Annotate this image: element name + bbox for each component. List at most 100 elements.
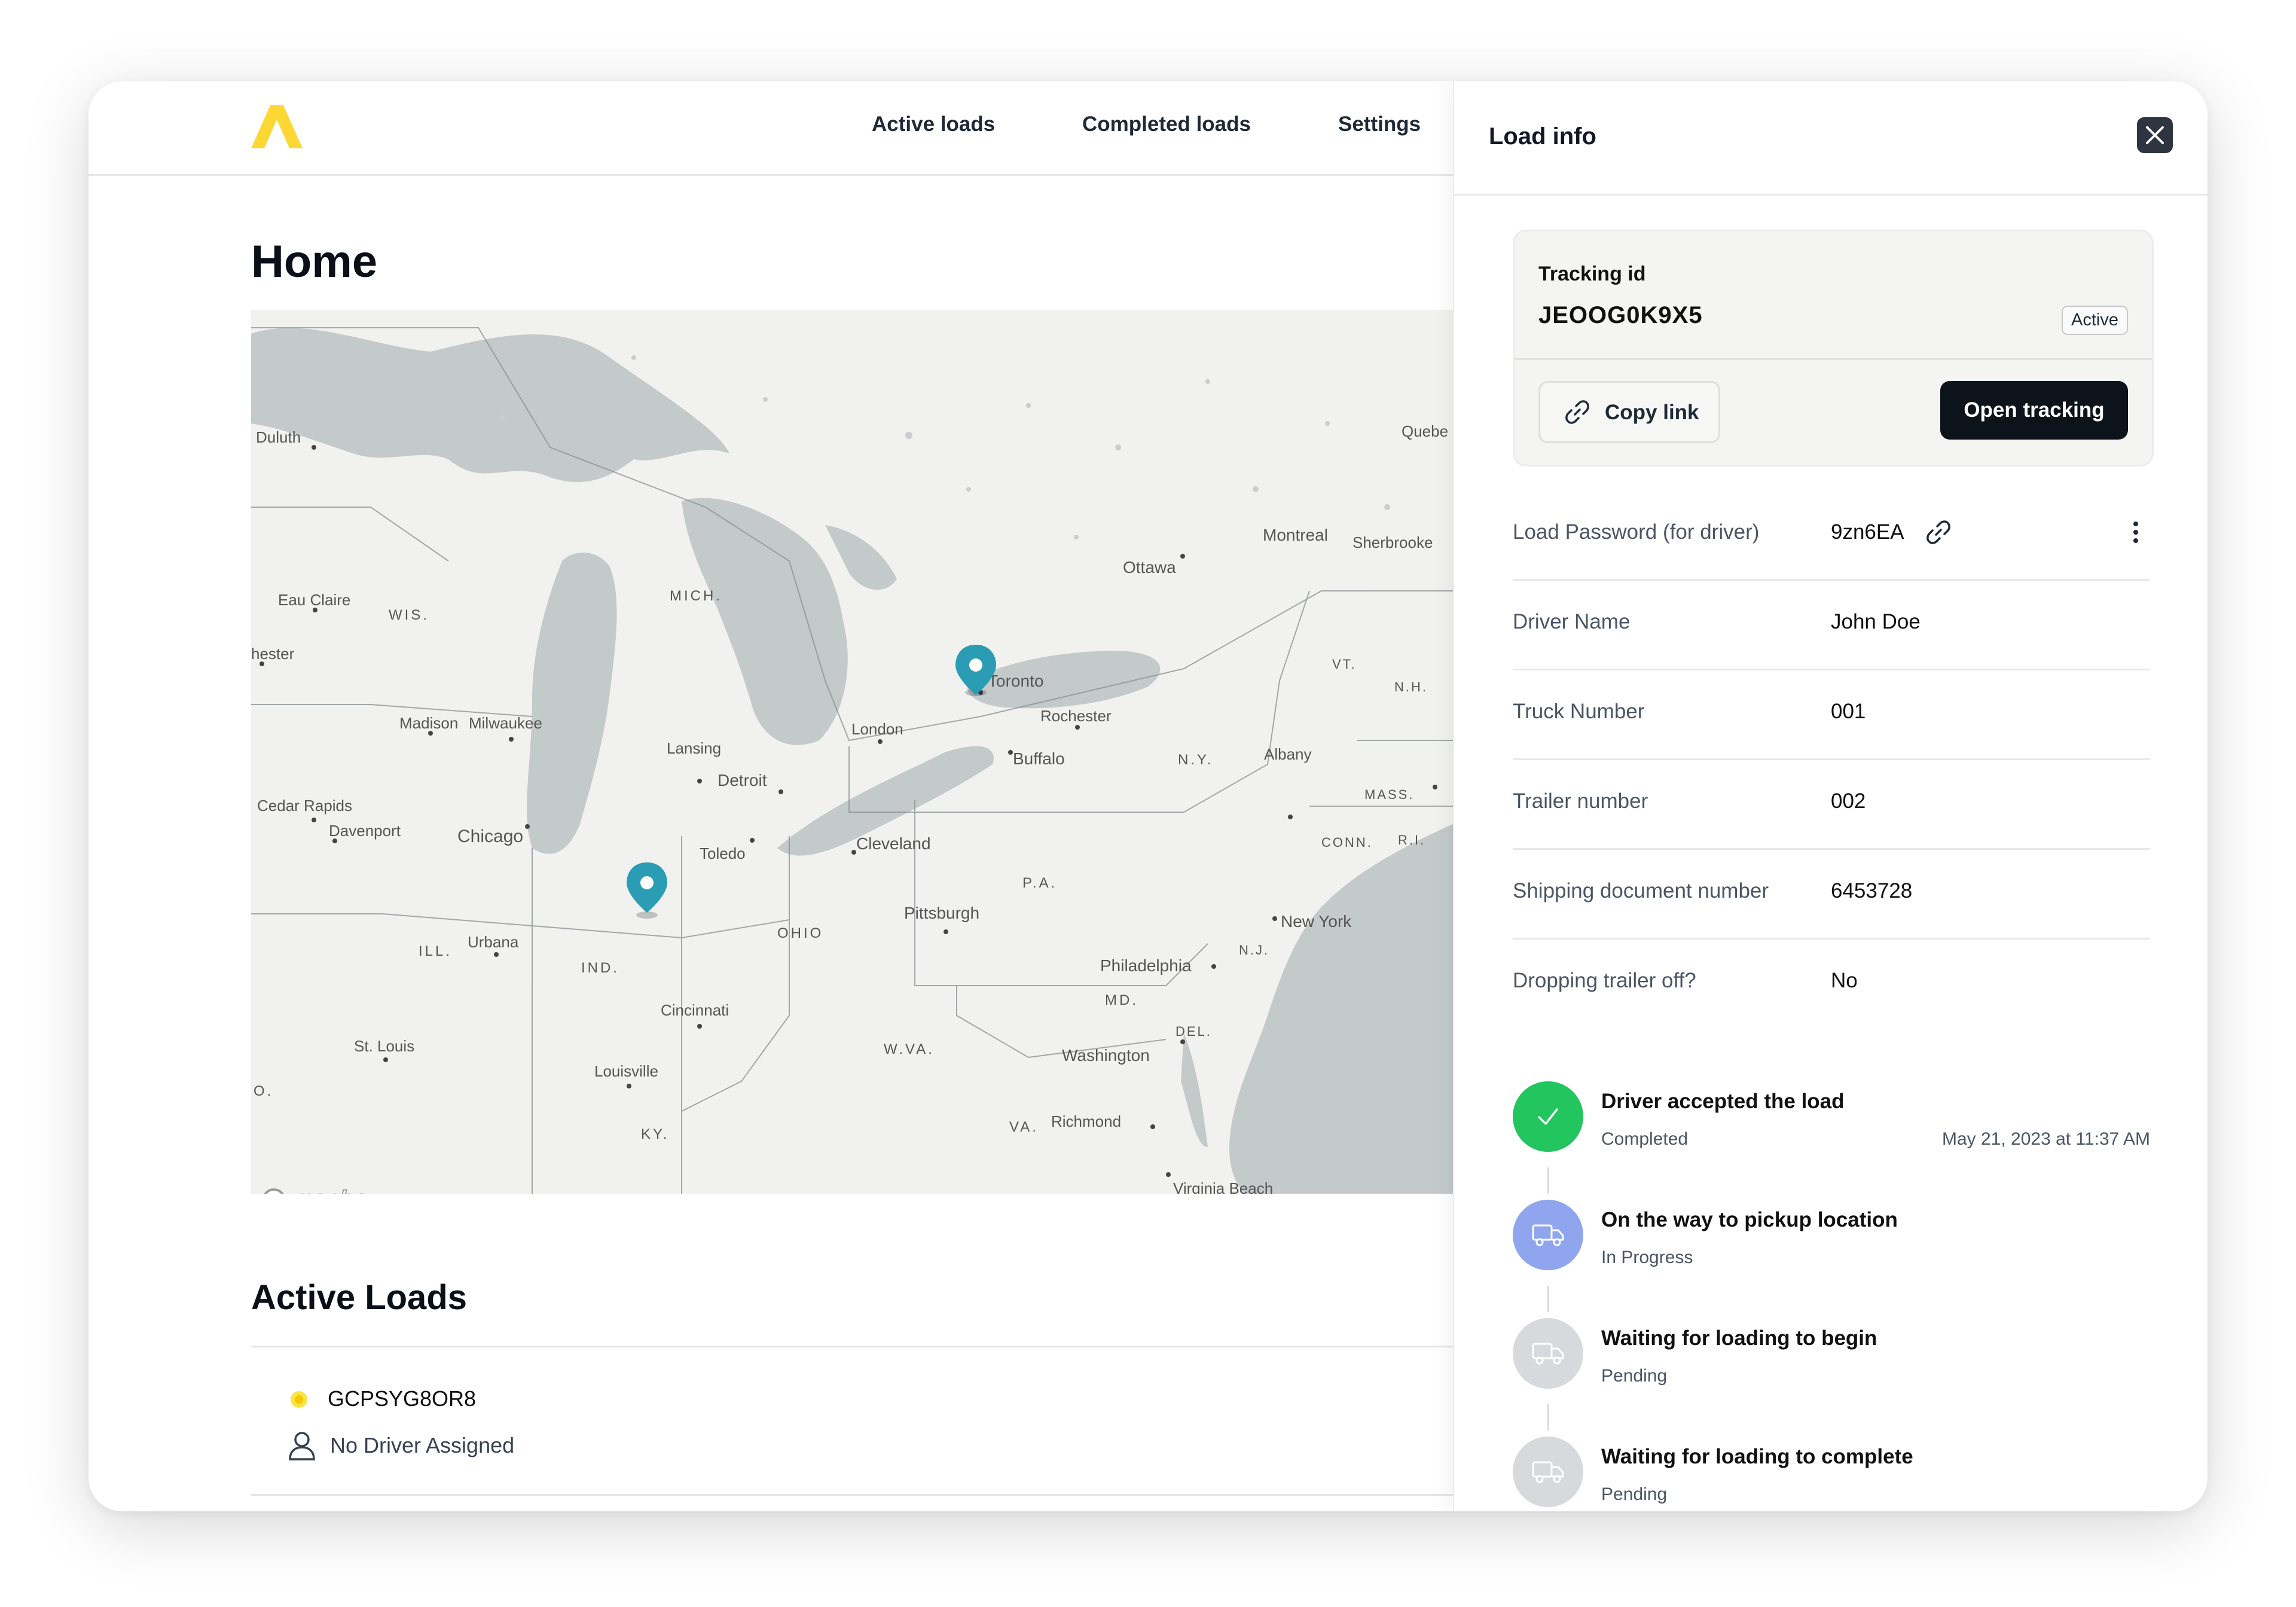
svg-text:CONN.: CONN. — [1321, 835, 1373, 850]
svg-text:Toronto: Toronto — [988, 672, 1043, 690]
step-status: In Progress — [1601, 1248, 1693, 1267]
field-label: Load Password (for driver) — [1513, 520, 1760, 544]
panel-title: Load info — [1489, 123, 1596, 150]
load-id: GCPSYG8OR8 — [328, 1386, 477, 1411]
divider — [251, 1346, 1453, 1347]
link-icon — [1565, 400, 1589, 424]
timeline-step: On the way to pickup location In Progres… — [1513, 1200, 2150, 1277]
field-value: No — [1831, 969, 1858, 992]
step-indicator — [1513, 1437, 1583, 1507]
step-status: Completed — [1601, 1129, 1689, 1149]
svg-text:Detroit: Detroit — [718, 771, 767, 789]
field-label: Shipping document number — [1513, 879, 1769, 902]
driver-status: No Driver Assigned — [330, 1433, 515, 1457]
status-badge: Active — [2062, 306, 2128, 335]
field-value: 002 — [1831, 789, 1866, 813]
svg-text:Louisville: Louisville — [594, 1062, 658, 1080]
svg-text:ILL.: ILL. — [419, 943, 452, 959]
svg-text:Virginia Beach: Virginia Beach — [1173, 1179, 1273, 1194]
svg-text:WIS.: WIS. — [389, 607, 429, 623]
more-options-icon[interactable] — [2131, 518, 2141, 547]
timeline-step: Waiting for loading to begin Pending — [1513, 1318, 2150, 1396]
field-label: Trailer number — [1513, 789, 1648, 813]
svg-text:KY.: KY. — [641, 1126, 670, 1142]
open-tracking-button[interactable]: Open tracking — [1940, 381, 2128, 440]
svg-text:hester: hester — [251, 645, 295, 663]
info-row-dropping-trailer: Dropping trailer off? No — [1513, 938, 2150, 1027]
svg-text:P.A.: P.A. — [1022, 875, 1057, 891]
nav-completed-loads[interactable]: Completed loads — [1082, 112, 1251, 136]
active-loads-heading: Active Loads — [251, 1278, 467, 1317]
step-status: Pending — [1601, 1366, 1668, 1386]
map-label: Duluth — [256, 428, 301, 446]
panel-header: Load info — [1454, 81, 2208, 196]
svg-text:N.J.: N.J. — [1239, 943, 1269, 958]
timeline-connector — [1547, 1404, 1549, 1431]
map-canvas: Duluth Eau Claire WIS. hester MICH. Madi… — [251, 310, 1453, 1194]
info-row-driver: Driver Name John Doe — [1513, 579, 2150, 670]
step-title: Driver accepted the load — [1601, 1090, 1845, 1113]
close-button[interactable] — [2137, 117, 2173, 153]
field-value: 6453728 — [1831, 879, 1913, 902]
svg-text:W.VA.: W.VA. — [884, 1041, 935, 1057]
field-value: 9zn6EA — [1831, 520, 1904, 544]
svg-text:MD.: MD. — [1105, 992, 1138, 1008]
step-title: Waiting for loading to begin — [1601, 1327, 1877, 1350]
brand-logo[interactable] — [250, 103, 304, 151]
svg-text:Toledo: Toledo — [700, 844, 746, 862]
field-label: Driver Name — [1513, 610, 1631, 633]
svg-text:OHIO: OHIO — [777, 925, 823, 941]
nav-active-loads[interactable]: Active loads — [872, 112, 995, 136]
svg-text:MASS.: MASS. — [1364, 787, 1414, 802]
svg-text:Albany: Albany — [1264, 745, 1312, 763]
timeline-step: Waiting for loading to complete Pending — [1513, 1437, 2150, 1511]
nav-settings[interactable]: Settings — [1338, 112, 1421, 136]
check-icon — [1538, 1108, 1558, 1125]
svg-text:Chicago: Chicago — [457, 827, 523, 846]
timeline-connector — [1547, 1286, 1549, 1312]
info-row-truck: Truck Number 001 — [1513, 669, 2150, 760]
svg-text:Pittsburgh: Pittsburgh — [904, 904, 979, 922]
tracking-id-value: JEOOG0K9X5 — [1538, 302, 1703, 328]
map-view[interactable]: Duluth Eau Claire WIS. hester MICH. Madi… — [251, 310, 1453, 1194]
svg-text:Cedar Rapids: Cedar Rapids — [257, 797, 352, 815]
tracking-id-label: Tracking id — [1538, 263, 1646, 285]
link-icon[interactable] — [1924, 518, 1953, 547]
load-list-item[interactable]: GCPSYG8OR8 No Driver Assigned — [251, 1373, 1453, 1505]
svg-text:Sherbrooke: Sherbrooke — [1352, 533, 1433, 551]
svg-text:Cincinnati: Cincinnati — [661, 1001, 729, 1019]
svg-text:IND.: IND. — [581, 960, 619, 976]
copy-link-button[interactable]: Copy link — [1538, 381, 1720, 443]
svg-text:Urbana: Urbana — [468, 933, 519, 951]
divider — [251, 1494, 1453, 1496]
svg-text:Davenport: Davenport — [329, 822, 401, 840]
divider — [1515, 358, 2152, 360]
svg-text:London: London — [851, 720, 903, 738]
info-row-shipping-doc: Shipping document number 6453728 — [1513, 848, 2150, 940]
step-indicator — [1513, 1081, 1583, 1152]
svg-text:Lansing: Lansing — [667, 739, 721, 757]
step-timestamp: May 21, 2023 at 11:37 AM — [1941, 1129, 2150, 1149]
svg-text:Quebe: Quebe — [1402, 422, 1448, 440]
svg-text:Washington: Washington — [1062, 1046, 1150, 1065]
svg-text:N.Y.: N.Y. — [1178, 752, 1214, 768]
svg-text:Madison: Madison — [399, 714, 458, 732]
info-row-trailer: Trailer number 002 — [1513, 758, 2150, 850]
mapbox-attribution: mapbox — [292, 1186, 381, 1194]
top-nav-bar: Active loads Completed loads Settings — [88, 81, 1453, 176]
svg-text:R.I.: R.I. — [1398, 833, 1425, 847]
svg-text:VT.: VT. — [1332, 657, 1357, 672]
field-value: John Doe — [1831, 610, 1921, 633]
svg-text:DEL.: DEL. — [1176, 1024, 1212, 1039]
timeline-step: Driver accepted the load Completed May 2… — [1513, 1081, 2150, 1159]
page-title: Home — [251, 236, 378, 287]
timeline-connector — [1547, 1167, 1549, 1194]
user-icon — [289, 1432, 315, 1460]
step-title: Waiting for loading to complete — [1601, 1445, 1913, 1468]
app-window: Active loads Completed loads Settings Ho… — [88, 81, 2208, 1511]
svg-text:Rochester: Rochester — [1040, 707, 1112, 725]
truck-icon — [1532, 1343, 1564, 1365]
step-title: On the way to pickup location — [1601, 1208, 1898, 1231]
svg-text:Eau Claire: Eau Claire — [278, 591, 350, 609]
field-value: 001 — [1831, 700, 1866, 723]
